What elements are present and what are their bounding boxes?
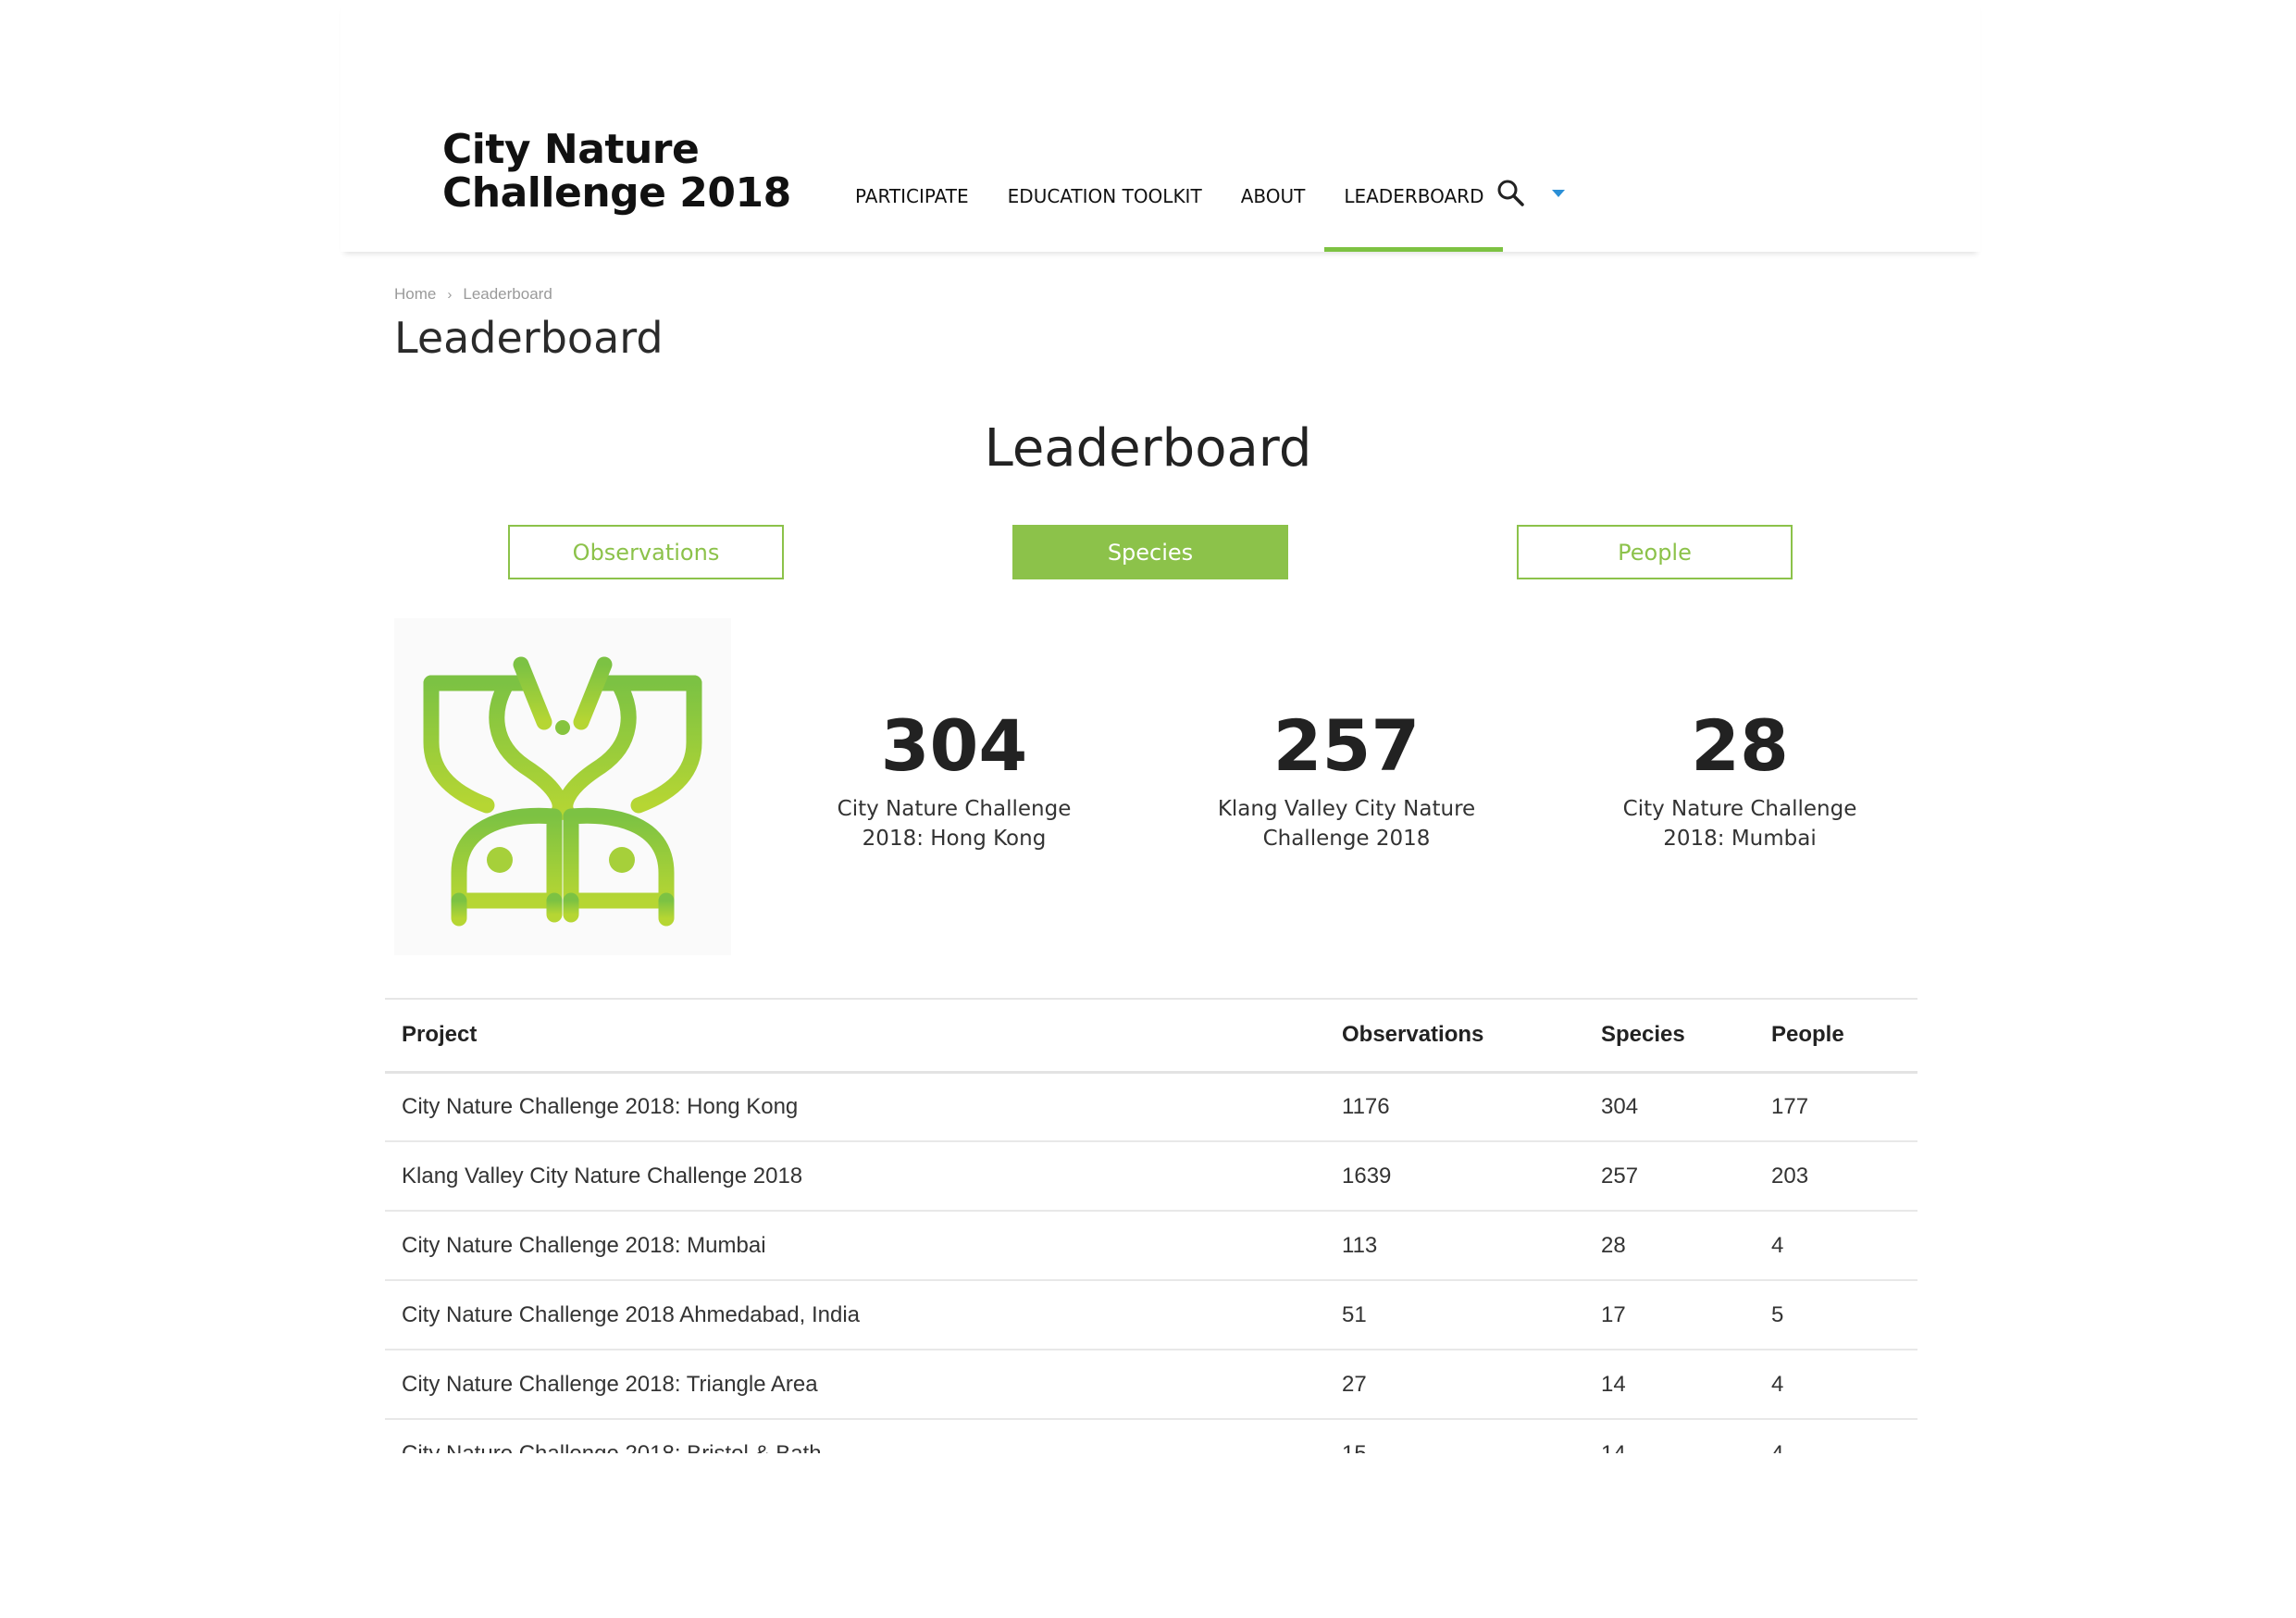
site-logo[interactable]: City Nature Challenge 2018 — [442, 128, 791, 215]
cell-observations: 113 — [1325, 1211, 1584, 1281]
cell-observations: 15 — [1325, 1419, 1584, 1453]
stat-value: 28 — [1691, 704, 1789, 787]
column-header-people[interactable]: People — [1755, 1000, 1917, 1074]
stat-card-3: 28 City Nature Challenge 2018: Mumbai — [1587, 703, 1893, 853]
table-row[interactable]: Klang Valley City Nature Challenge 2018 … — [385, 1141, 1917, 1212]
cell-species: 28 — [1584, 1211, 1755, 1281]
stat-label-line-1: City Nature Challenge — [837, 797, 1072, 821]
stat-label-line-2: 2018: Mumbai — [1663, 827, 1817, 851]
table-row[interactable]: City Nature Challenge 2018: Hong Kong 11… — [385, 1072, 1917, 1142]
stat-card-2: 257 Klang Valley City Nature Challenge 2… — [1194, 703, 1499, 853]
cell-species: 257 — [1584, 1141, 1755, 1212]
stat-value: 257 — [1272, 704, 1421, 787]
cell-people: 177 — [1755, 1072, 1917, 1142]
table-row[interactable]: City Nature Challenge 2018: Bristol & Ba… — [385, 1419, 1917, 1453]
tab-observations[interactable]: Observations — [508, 525, 784, 579]
tab-people[interactable]: People — [1517, 525, 1793, 579]
cell-people: 4 — [1755, 1419, 1917, 1453]
nav-item-leaderboard[interactable]: LEADERBOARD — [1324, 178, 1504, 252]
logo-line-2: Challenge 2018 — [442, 169, 791, 217]
stat-value: 304 — [880, 704, 1028, 787]
stat-card-1: 304 City Nature Challenge 2018: Hong Kon… — [801, 703, 1107, 853]
breadcrumb: Home › Leaderboard — [394, 285, 552, 304]
cell-project[interactable]: Klang Valley City Nature Challenge 2018 — [385, 1141, 1325, 1212]
breadcrumb-current: Leaderboard — [463, 285, 552, 303]
stat-label-line-2: 2018: Hong Kong — [862, 827, 1047, 851]
cell-people: 4 — [1755, 1211, 1917, 1281]
breadcrumb-home[interactable]: Home — [394, 285, 436, 304]
butterfly-icon — [423, 656, 702, 927]
cell-people: 4 — [1755, 1350, 1917, 1420]
table-row[interactable]: City Nature Challenge 2018: Triangle Are… — [385, 1350, 1917, 1420]
stat-label-line-2: Challenge 2018 — [1262, 827, 1431, 851]
column-header-species[interactable]: Species — [1584, 1000, 1755, 1074]
main-nav: PARTICIPATE EDUCATION TOOLKIT ABOUT LEAD… — [855, 178, 1504, 252]
table-header-row: Project Observations Species People — [385, 1000, 1917, 1074]
nav-item-education-toolkit[interactable]: EDUCATION TOOLKIT — [1008, 178, 1202, 252]
cell-project[interactable]: City Nature Challenge 2018: Hong Kong — [385, 1072, 1325, 1142]
search-icon[interactable] — [1496, 178, 1525, 207]
section-title: Leaderboard — [984, 418, 1312, 479]
table-row[interactable]: City Nature Challenge 2018: Mumbai 113 2… — [385, 1211, 1917, 1281]
tab-species[interactable]: Species — [1012, 525, 1288, 579]
cell-observations: 1176 — [1325, 1072, 1584, 1142]
cell-observations: 1639 — [1325, 1141, 1584, 1212]
page-title: Leaderboard — [394, 313, 664, 363]
logo-line-1: City Nature — [442, 126, 700, 173]
cell-people: 203 — [1755, 1141, 1917, 1212]
cell-people: 5 — [1755, 1280, 1917, 1350]
cell-project[interactable]: City Nature Challenge 2018 Ahmedabad, In… — [385, 1280, 1325, 1350]
cell-species: 304 — [1584, 1072, 1755, 1142]
cell-observations: 27 — [1325, 1350, 1584, 1420]
leaderboard-table: Project Observations Species People City… — [385, 998, 1917, 1453]
nav-item-about[interactable]: ABOUT — [1241, 178, 1306, 252]
cell-species: 14 — [1584, 1350, 1755, 1420]
hero-image — [394, 618, 731, 955]
cell-project[interactable]: City Nature Challenge 2018: Mumbai — [385, 1211, 1325, 1281]
nav-item-participate[interactable]: PARTICIPATE — [855, 178, 969, 252]
stat-label-line-1: City Nature Challenge — [1622, 797, 1857, 821]
cell-observations: 51 — [1325, 1280, 1584, 1350]
cell-project[interactable]: City Nature Challenge 2018: Bristol & Ba… — [385, 1419, 1325, 1453]
cell-species: 17 — [1584, 1280, 1755, 1350]
stat-label-line-1: Klang Valley City Nature — [1217, 797, 1476, 821]
column-header-observations[interactable]: Observations — [1325, 1000, 1584, 1074]
chevron-down-icon[interactable] — [1552, 190, 1565, 197]
table-row[interactable]: City Nature Challenge 2018 Ahmedabad, In… — [385, 1280, 1917, 1350]
chevron-right-icon: › — [447, 286, 453, 303]
column-header-project[interactable]: Project — [385, 1000, 1325, 1074]
cell-project[interactable]: City Nature Challenge 2018: Triangle Are… — [385, 1350, 1325, 1420]
cell-species: 14 — [1584, 1419, 1755, 1453]
